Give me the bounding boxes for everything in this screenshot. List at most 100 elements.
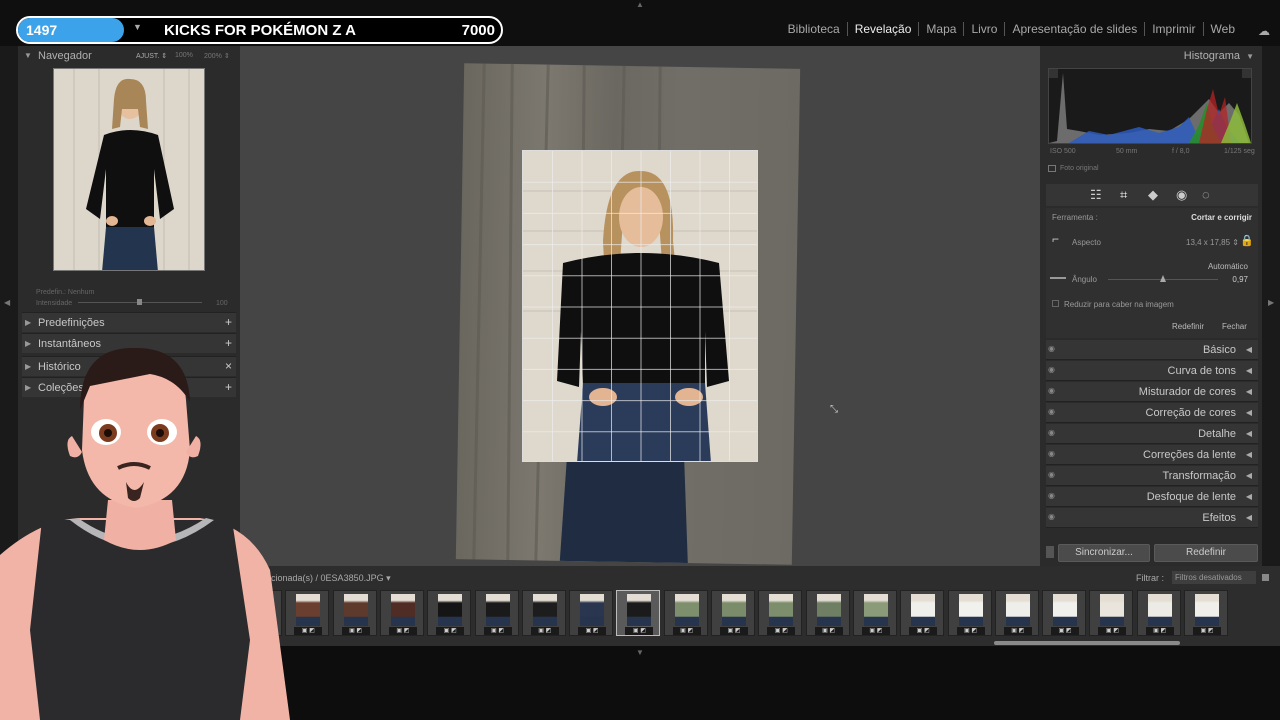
zoom-fit[interactable]: AJUST. ⇕ — [136, 52, 167, 60]
image-workspace[interactable]: ⤡ — [240, 46, 1040, 566]
adjust-sliders-icon[interactable]: ☷ — [1090, 187, 1102, 203]
filmstrip-thumbnail[interactable]: ▣ ◩ — [285, 590, 330, 636]
thumbnail-image — [627, 594, 652, 626]
module-apresentacao[interactable]: Apresentação de slides — [1004, 22, 1144, 36]
lock-icon[interactable]: 🔒 — [1240, 234, 1254, 247]
module-revelacao[interactable]: Revelação — [846, 22, 919, 36]
section-desfoque-lente[interactable]: ◉ Desfoque de lente ◀ — [1046, 487, 1258, 507]
preset-amount-thumb[interactable] — [137, 299, 142, 305]
collapse-top-arrow-icon[interactable]: ▲ — [636, 0, 644, 9]
crop-close-button[interactable]: Fechar — [1222, 322, 1247, 331]
module-web[interactable]: Web — [1202, 22, 1242, 36]
filmstrip-thumbnail[interactable]: ▣ ◩ — [711, 590, 755, 636]
filmstrip-thumbnail[interactable]: ▣ ◩ — [569, 590, 614, 636]
collapse-left-arrow-icon[interactable]: ◀ — [4, 298, 10, 307]
navigator-preview[interactable] — [53, 68, 205, 271]
red-eye-icon[interactable]: ◉ — [1176, 187, 1187, 203]
filmstrip-thumbnail[interactable]: ▣ ◩ — [474, 590, 519, 636]
section-detalhe[interactable]: ◉ Detalhe ◀ — [1046, 424, 1258, 444]
filmstrip-thumbnail[interactable]: ▣ ◩ — [805, 590, 850, 636]
thumbnail-badge-icon: ▣ ◩ — [814, 627, 843, 635]
filmstrip-thumbnail[interactable]: ▣ ◩ — [1184, 590, 1228, 636]
zoom-200[interactable]: 200% ⇕ — [204, 52, 230, 60]
section-misturador[interactable]: ◉ Misturador de cores ◀ — [1046, 382, 1258, 402]
filmstrip-thumbnail[interactable]: ▣ ◩ — [1042, 590, 1087, 636]
filmstrip-thumbnail[interactable]: ▣ ◩ — [379, 590, 424, 636]
thumbnail-image — [911, 594, 936, 626]
crop-reset-button[interactable]: Redefinir — [1172, 322, 1204, 331]
eye-icon[interactable]: ◉ — [1048, 491, 1055, 500]
add-preset-icon[interactable]: + — [225, 315, 232, 329]
triangle-left-icon: ◀ — [1245, 450, 1252, 459]
filmstrip-thumbnail[interactable]: ▣ ◩ — [663, 590, 708, 636]
filmstrip-thumbnail[interactable]: ▣ ◩ — [1136, 590, 1181, 636]
aspect-select[interactable]: 13,4 x 17,85 ⇕ — [1186, 238, 1239, 247]
filmstrip-thumbnail[interactable]: ▣ ◩ — [994, 590, 1039, 636]
right-panel-toggle-strip[interactable]: ▶ — [1262, 46, 1280, 566]
cloud-icon[interactable]: ☁ — [1258, 24, 1270, 38]
filmstrip-thumbnail[interactable]: ▣ ◩ — [427, 590, 472, 636]
thumbnail-badge-icon: ▣ ◩ — [294, 627, 323, 635]
crop-tool-icon[interactable]: ⌗ — [1120, 187, 1127, 203]
module-mapa[interactable]: Mapa — [918, 22, 963, 36]
original-photo-label: Foto original — [1060, 165, 1099, 172]
thumbnail-image — [343, 594, 368, 626]
sync-button[interactable]: Sincronizar... — [1058, 544, 1150, 562]
navigator-header[interactable]: ▼ Navegador AJUST. ⇕ 100% 200% ⇕ — [22, 49, 236, 65]
section-predefinicoes[interactable]: ▶ Predefinições + — [22, 312, 236, 332]
constrain-checkbox[interactable] — [1052, 300, 1059, 307]
section-label: Transformação — [1162, 470, 1236, 482]
section-correcoes-lente[interactable]: ◉ Correções da lente ◀ — [1046, 445, 1258, 465]
eye-icon[interactable]: ◉ — [1048, 344, 1055, 353]
filmstrip-scrollbar[interactable] — [994, 641, 1180, 645]
sync-toggle[interactable] — [1046, 546, 1054, 558]
thumbnail-badge-icon: ▣ ◩ — [956, 627, 985, 635]
module-imprimir[interactable]: Imprimir — [1144, 22, 1202, 36]
angle-label: Ângulo — [1072, 275, 1097, 284]
eye-icon[interactable]: ◉ — [1048, 449, 1055, 458]
masking-icon[interactable]: ◌ — [1202, 187, 1210, 202]
section-curva-de-tons[interactable]: ◉ Curva de tons ◀ — [1046, 361, 1258, 381]
eraser-icon[interactable]: ◆ — [1148, 187, 1158, 203]
section-label: Desfoque de lente — [1146, 491, 1236, 503]
histogram[interactable] — [1048, 68, 1252, 144]
tool-strip: ☷ ⌗ ◆ ◉ ◌ — [1046, 184, 1258, 206]
zoom-100[interactable]: 100% — [175, 52, 193, 59]
thumbnail-badge-icon: ▣ ◩ — [1003, 627, 1032, 635]
collapse-bottom-arrow-icon[interactable]: ▼ — [636, 648, 644, 657]
eye-icon[interactable]: ◉ — [1048, 365, 1055, 374]
reset-button[interactable]: Redefinir — [1154, 544, 1258, 562]
crop-frame-icon[interactable]: ⌐ — [1052, 232, 1059, 246]
filmstrip-thumbnail[interactable]: ▣ ◩ — [852, 590, 897, 636]
filmstrip-thumbnail[interactable]: ▣ ◩ — [900, 590, 945, 636]
eye-icon[interactable]: ◉ — [1048, 512, 1055, 521]
eye-icon[interactable]: ◉ — [1048, 386, 1055, 395]
angle-value[interactable]: 0,97 — [1232, 275, 1248, 284]
eye-icon[interactable]: ◉ — [1048, 470, 1055, 479]
section-transformacao[interactable]: ◉ Transformação ◀ — [1046, 466, 1258, 486]
filmstrip-thumbnail[interactable]: ▣ ◩ — [521, 590, 566, 636]
goal-target: 7000 — [461, 22, 495, 39]
module-livro[interactable]: Livro — [963, 22, 1004, 36]
thumbnail-image — [863, 594, 888, 626]
filmstrip-thumbnail[interactable]: ▣ ◩ — [332, 590, 377, 636]
triangle-down-icon[interactable]: ▼ — [1246, 52, 1254, 61]
collapse-right-arrow-icon[interactable]: ▶ — [1268, 298, 1274, 307]
original-photo-checkbox[interactable] — [1048, 165, 1056, 172]
filmstrip-thumbnail[interactable]: ▣ ◩ — [1089, 590, 1134, 636]
section-efeitos[interactable]: ◉ Efeitos ◀ — [1046, 508, 1258, 528]
module-biblioteca[interactable]: Biblioteca — [781, 22, 847, 36]
thumbnail-image — [485, 594, 510, 626]
crop-frame[interactable] — [522, 150, 758, 462]
filmstrip-thumbnail[interactable]: ▣ ◩ — [616, 590, 661, 636]
filmstrip-thumbnail[interactable]: ▣ ◩ — [947, 590, 992, 636]
filmstrip-thumbnail[interactable]: ▣ ◩ — [758, 590, 803, 636]
level-tool-icon[interactable] — [1050, 277, 1066, 279]
eye-icon[interactable]: ◉ — [1048, 428, 1055, 437]
histogram-title[interactable]: Histograma — [1184, 50, 1240, 62]
auto-button[interactable]: Automático — [1208, 262, 1248, 271]
section-basico[interactable]: ◉ Básico ◀ — [1046, 340, 1258, 360]
section-correcao-cores[interactable]: ◉ Correção de cores ◀ — [1046, 403, 1258, 423]
eye-icon[interactable]: ◉ — [1048, 407, 1055, 416]
thumbnail-badge-icon: ▣ ◩ — [1193, 627, 1221, 635]
